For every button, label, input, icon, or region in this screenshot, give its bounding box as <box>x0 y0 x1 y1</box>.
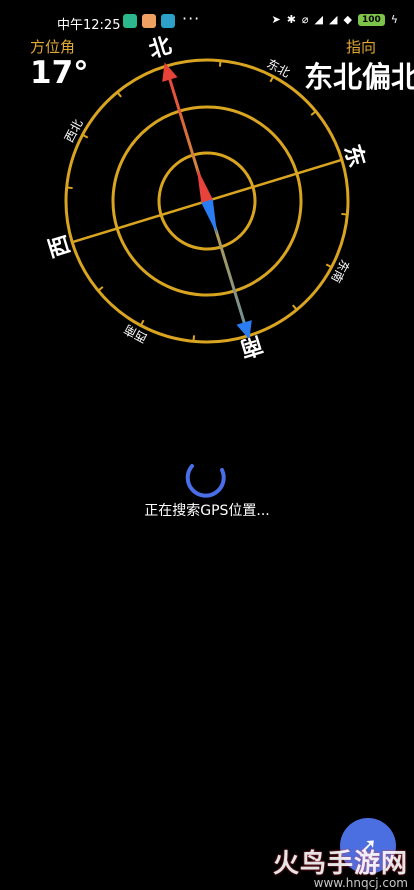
southeast-label: 东南 <box>328 257 353 285</box>
gps-status-text: 正在搜索GPS位置... <box>144 503 270 519</box>
watermark-logo: 火鸟手游网 <box>272 849 408 879</box>
needle-south <box>201 199 218 235</box>
needle-north <box>196 167 213 203</box>
south-label: 南 <box>237 331 265 361</box>
compass-dial: 北 南 东 西 东北 西北 东南 西南 <box>45 33 370 361</box>
loading-spinner-icon <box>185 464 226 498</box>
northeast-label: 东北 <box>264 57 292 81</box>
watermark: 火鸟手游网 www.hnqcj.com <box>273 843 408 890</box>
southwest-label: 西南 <box>121 322 149 347</box>
northwest-label: 西北 <box>62 117 86 145</box>
north-label: 北 <box>146 33 174 63</box>
